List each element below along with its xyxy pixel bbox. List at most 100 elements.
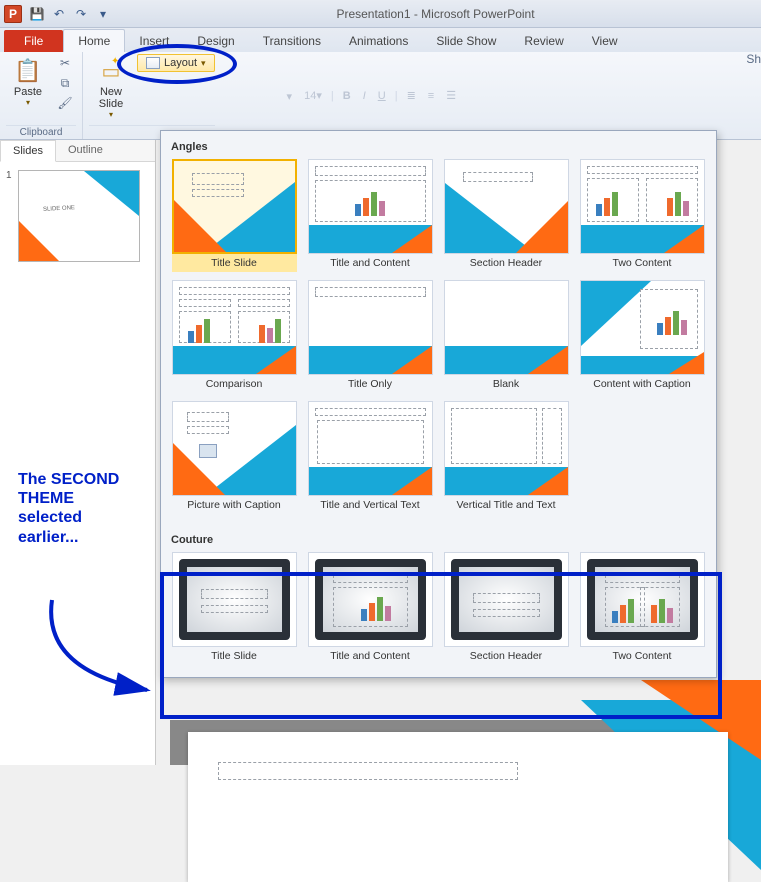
qat-customize-button[interactable]: ▾ [93, 4, 113, 24]
layout-caption: Title Only [308, 375, 433, 393]
paste-button[interactable]: 📋 Paste ▾ [6, 54, 50, 109]
layout-caption: Title and Content [308, 254, 433, 272]
numbering-button[interactable]: ≡ [425, 89, 437, 103]
decor-orange [256, 346, 296, 374]
layout-caption: Title and Vertical Text [308, 496, 433, 522]
layout-caption: Content with Caption [580, 375, 705, 393]
layout-thumb [444, 552, 569, 647]
layout-caption: Vertical Title and Text [444, 496, 569, 522]
annotation-text: The SECOND THEME selected earlier... [18, 470, 128, 547]
tab-insert[interactable]: Insert [125, 30, 183, 52]
pane-tab-slides[interactable]: Slides [0, 140, 56, 162]
layout-caption: Title Slide [172, 254, 297, 272]
placeholder [605, 575, 680, 583]
layout-thumb [172, 401, 297, 496]
layout-caption: Blank [444, 375, 569, 393]
layout-item-comparison[interactable]: Comparison [169, 280, 299, 393]
layout-dropdown-button[interactable]: Layout ▾ [137, 54, 215, 72]
new-slide-button[interactable]: ▭✦ New Slide ▾ [89, 54, 133, 121]
tab-slideshow[interactable]: Slide Show [422, 30, 510, 52]
underline-button[interactable]: U [375, 89, 389, 103]
main-canvas [170, 720, 761, 765]
align-button[interactable]: ☰ [443, 88, 459, 103]
layout-thumb [580, 552, 705, 647]
bullets-button[interactable]: ≣ [404, 88, 419, 103]
layout-item-content-with-caption[interactable]: Content with Caption [577, 280, 707, 393]
layout-item-couture-two-content[interactable]: Two Content [577, 552, 707, 665]
tab-review[interactable]: Review [510, 30, 577, 52]
layout-item-title-only[interactable]: Title Only [305, 280, 435, 393]
layout-thumb [444, 159, 569, 254]
chart-icon [648, 595, 676, 623]
layout-item-two-content[interactable]: Two Content [577, 159, 707, 272]
copy-button[interactable]: ⧉ [54, 74, 76, 92]
placeholder [192, 189, 244, 197]
font-family-combo[interactable]: ▾ [229, 87, 296, 105]
placeholder [192, 173, 244, 185]
layout-gallery-dropdown: Angles Title Slide [160, 130, 717, 678]
layout-item-couture-title-slide[interactable]: Title Slide [169, 552, 299, 665]
tab-home[interactable]: Home [63, 29, 125, 52]
placeholder [201, 605, 268, 613]
pane-tabs: Slides Outline [0, 140, 155, 162]
chart-icon [591, 188, 623, 216]
theme-header-angles: Angles [169, 137, 708, 159]
decor-orange [516, 201, 568, 253]
cut-button[interactable]: ✂ [54, 54, 76, 72]
qat-redo-button[interactable]: ↷ [71, 4, 91, 24]
layout-item-couture-title-and-content[interactable]: Title and Content [305, 552, 435, 665]
placeholder [315, 166, 426, 176]
bold-button[interactable]: B [340, 89, 354, 103]
theme-header-couture: Couture [169, 530, 708, 552]
decor-orange [392, 346, 432, 374]
layout-thumb [580, 280, 705, 375]
decor-orange [392, 467, 432, 495]
main-slide[interactable] [188, 732, 728, 882]
tab-animations[interactable]: Animations [335, 30, 422, 52]
layout-item-section-header[interactable]: Section Header [441, 159, 571, 272]
placeholder [201, 589, 268, 599]
slide-thumbnail-1[interactable]: SLIDE ONE [18, 170, 140, 262]
layout-caption: Section Header [444, 254, 569, 272]
placeholder [179, 299, 231, 307]
layout-item-blank[interactable]: Blank [441, 280, 571, 393]
placeholder [187, 412, 229, 422]
slides-pane: Slides Outline 1 SLIDE ONE [0, 140, 156, 765]
layout-item-title-and-vertical-text[interactable]: Title and Vertical Text [305, 401, 435, 522]
decor-frame [587, 559, 698, 640]
slide-thumb-list: 1 SLIDE ONE [0, 162, 155, 270]
decor-orange [528, 346, 568, 374]
tab-file[interactable]: File [4, 30, 63, 52]
layout-item-title-and-content[interactable]: Title and Content [305, 159, 435, 272]
pane-tab-outline[interactable]: Outline [56, 140, 115, 161]
qat-undo-button[interactable]: ↶ [49, 4, 69, 24]
slide-title-text: SLIDE ONE [43, 205, 75, 213]
chevron-down-icon: ▾ [91, 110, 131, 119]
decor-orange [669, 352, 704, 374]
tab-design[interactable]: Design [183, 30, 248, 52]
layout-item-couture-section-header[interactable]: Section Header [441, 552, 571, 665]
format-painter-button[interactable]: 🖌 [54, 94, 76, 112]
workspace: Slides Outline 1 SLIDE ONE The SECOND TH… [0, 140, 761, 765]
placeholder [587, 166, 698, 174]
layout-item-title-slide[interactable]: Title Slide [169, 159, 299, 272]
tab-view[interactable]: View [578, 30, 632, 52]
layout-thumb [172, 552, 297, 647]
qat-save-button[interactable]: 💾 [27, 4, 47, 24]
italic-button[interactable]: I [360, 89, 369, 103]
chevron-down-icon: ▾ [8, 98, 48, 107]
new-slide-label: New Slide [91, 86, 131, 110]
layout-label: Layout [164, 57, 197, 69]
layout-thumb [308, 401, 433, 496]
layout-item-vertical-title-and-text[interactable]: Vertical Title and Text [441, 401, 571, 522]
placeholder [238, 299, 290, 307]
font-size-combo[interactable]: 14 ▾ [301, 88, 325, 103]
placeholder [315, 408, 426, 416]
slide-number: 1 [6, 170, 18, 262]
layout-thumb [308, 280, 433, 375]
chart-icon [355, 593, 397, 621]
decor-frame [315, 559, 426, 640]
tab-transitions[interactable]: Transitions [249, 30, 335, 52]
paste-icon: 📋 [8, 56, 48, 86]
layout-item-picture-with-caption[interactable]: Picture with Caption [169, 401, 299, 522]
